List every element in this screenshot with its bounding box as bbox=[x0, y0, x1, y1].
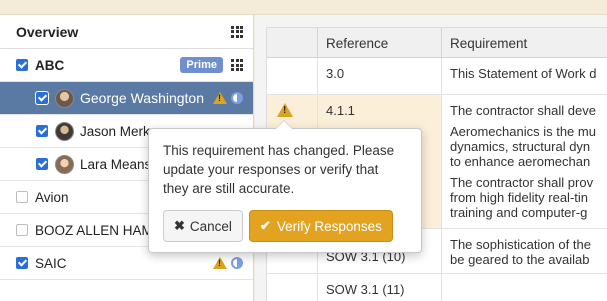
popover-message: This requirement has changed. Please upd… bbox=[163, 143, 395, 196]
verify-button-label: Verify Responses bbox=[276, 218, 382, 234]
status-cell bbox=[267, 58, 318, 94]
sidebar-item-label: Jason Merk bbox=[80, 123, 150, 139]
requirement-text: The contractor shall deve bbox=[450, 103, 596, 118]
requirement-text: dynamics, structural dyn bbox=[450, 139, 591, 154]
half-circle-status-icon bbox=[231, 257, 243, 269]
column-header-status[interactable] bbox=[267, 28, 318, 57]
requirement-changed-popover: This requirement has changed. Please upd… bbox=[148, 120, 422, 253]
requirement-text: The contractor shall prov bbox=[450, 175, 594, 190]
requirement-text: to enhance aeromechan bbox=[450, 154, 591, 169]
sidebar-item-label: SAIC bbox=[35, 255, 67, 271]
checkbox[interactable] bbox=[36, 158, 48, 170]
reference-cell: SOW 3.1 (11) bbox=[318, 274, 442, 301]
requirement-text: The sophistication of the bbox=[450, 237, 591, 252]
sidebar-item-abc[interactable]: ABC Prime bbox=[0, 49, 253, 82]
requirement-text: from high fidelity real-tin bbox=[450, 190, 588, 205]
requirement-cell: This Statement of Work d bbox=[442, 58, 607, 94]
requirement-cell bbox=[442, 274, 607, 301]
warning-icon bbox=[213, 257, 227, 269]
warning-icon[interactable] bbox=[277, 103, 293, 117]
column-header-reference[interactable]: Reference bbox=[318, 28, 442, 57]
grid-icon[interactable] bbox=[231, 59, 243, 71]
top-bar bbox=[0, 0, 607, 15]
cancel-button-label: Cancel bbox=[189, 218, 232, 234]
avatar bbox=[55, 121, 74, 141]
requirement-cell: The contractor shall deve Aeromechanics … bbox=[442, 95, 607, 228]
requirement-text: be geared to the availab bbox=[450, 252, 590, 267]
sidebar-header: Overview bbox=[0, 15, 253, 49]
sidebar-item-label: BOOZ ALLEN HAM bbox=[35, 222, 153, 238]
prime-badge: Prime bbox=[180, 57, 223, 73]
requirement-cell: The sophistication of the be geared to t… bbox=[442, 229, 607, 273]
requirement-text: This Statement of Work d bbox=[450, 66, 597, 81]
checkbox[interactable] bbox=[16, 59, 28, 71]
column-header-requirement[interactable]: Requirement bbox=[442, 28, 607, 57]
verify-responses-button[interactable]: ✔ Verify Responses bbox=[248, 210, 393, 242]
sidebar-item-label: Lara Means bbox=[80, 156, 152, 172]
checkbox[interactable] bbox=[36, 125, 48, 137]
warning-icon bbox=[213, 92, 227, 104]
requirement-text: training and computer-g bbox=[450, 205, 588, 220]
grid-icon[interactable] bbox=[231, 25, 243, 38]
sidebar-item-george-washington[interactable]: George Washington bbox=[0, 82, 253, 115]
requirement-text: Aeromechanics is the mu bbox=[450, 124, 596, 139]
checkbox[interactable] bbox=[16, 191, 28, 203]
avatar bbox=[55, 88, 74, 108]
cancel-button[interactable]: ✖ Cancel bbox=[163, 210, 243, 242]
sidebar-item-label: George Washington bbox=[80, 90, 204, 106]
checkbox[interactable] bbox=[16, 257, 28, 269]
avatar bbox=[55, 154, 74, 174]
reference-cell: 3.0 bbox=[318, 58, 442, 94]
table-header: Reference Requirement bbox=[267, 28, 607, 58]
check-icon: ✔ bbox=[259, 218, 271, 233]
popover-actions: ✖ Cancel ✔ Verify Responses bbox=[163, 210, 407, 242]
status-cell bbox=[267, 274, 318, 301]
half-circle-status-icon bbox=[231, 92, 243, 104]
sidebar-item-label: ABC bbox=[35, 57, 65, 73]
table-row[interactable]: 3.0 This Statement of Work d bbox=[267, 58, 607, 95]
sidebar-item-label: Avion bbox=[35, 189, 69, 205]
popover-arrow bbox=[275, 120, 293, 129]
sidebar-title: Overview bbox=[16, 23, 79, 40]
table-row[interactable]: SOW 3.1 (11) bbox=[267, 274, 607, 301]
close-icon: ✖ bbox=[174, 218, 185, 233]
checkbox[interactable] bbox=[16, 224, 28, 236]
checkbox[interactable] bbox=[36, 92, 48, 104]
